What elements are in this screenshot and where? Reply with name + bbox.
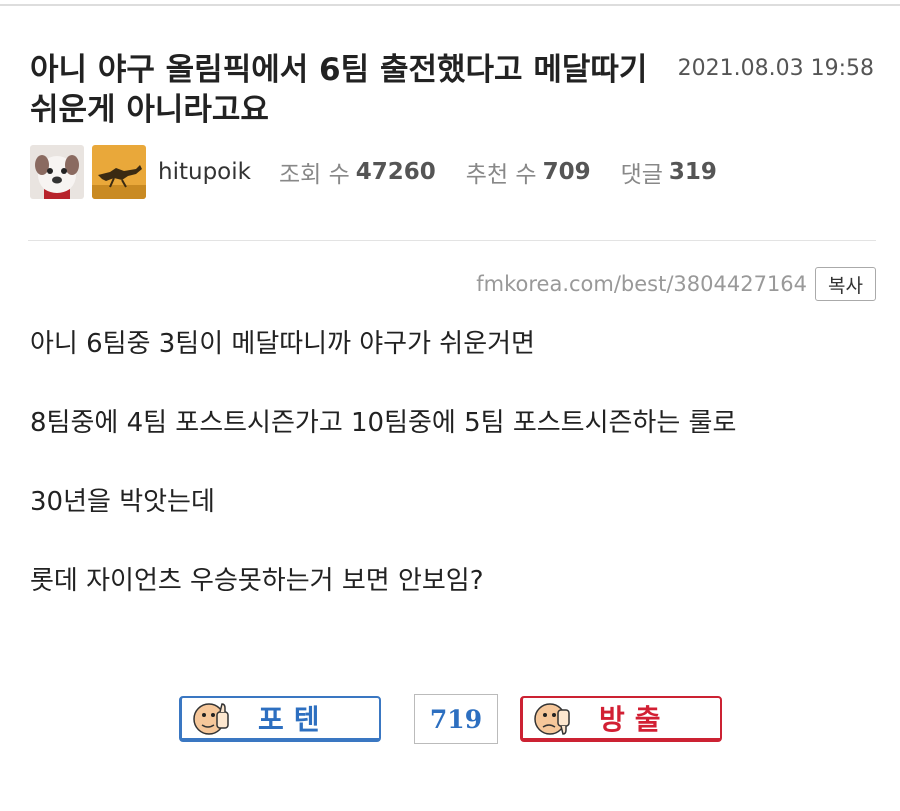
comments-count[interactable]: 319: [669, 159, 717, 185]
vote-area: 포텐 719 방출: [0, 692, 900, 752]
upvote-label: 포텐: [258, 703, 330, 736]
thumbs-down-face-icon: [534, 703, 570, 735]
post-body: 아니 6팀중 3팀이 메달따니까 야구가 쉬운거면 8팀중에 4팀 포스트시즌가…: [30, 324, 880, 640]
thumbs-up-face-icon: [193, 703, 229, 735]
recommend-label: 추천 수: [465, 162, 537, 188]
body-line: 아니 6팀중 3팀이 메달따니까 야구가 쉬운거면: [30, 329, 535, 359]
upvote-button[interactable]: 포텐: [179, 696, 381, 742]
post-title: 아니 야구 올림픽에서 6팀 출전했다고 메달따기 쉬운게 아니라고요: [30, 52, 648, 128]
downvote-button[interactable]: 방출: [520, 696, 722, 742]
post-meta: hitupoik 조회 수 47260 추천 수 709 댓글 319: [30, 144, 747, 200]
header-divider: [28, 240, 876, 241]
views-label: 조회 수: [278, 162, 350, 188]
body-line: 30년을 박앗는데: [30, 487, 215, 517]
top-border: [0, 4, 900, 6]
vote-count: 719: [414, 694, 498, 744]
post-link-row: fmkorea.com/best/3804427164 복사: [476, 266, 876, 302]
body-line: 8팀중에 4팀 포스트시즌가고 10팀중에 5팀 포스트시즌하는 룰로: [30, 408, 737, 438]
comments-label: 댓글: [620, 162, 663, 188]
downvote-label: 방출: [599, 703, 671, 736]
author-name[interactable]: hitupoik: [158, 159, 251, 185]
dog-face-icon[interactable]: [30, 145, 84, 199]
running-animal-icon[interactable]: [92, 145, 146, 199]
copy-url-button[interactable]: 복사: [815, 267, 876, 301]
post-date: 2021.08.03 19:58: [677, 56, 874, 81]
recommend-count: 709: [542, 159, 591, 185]
body-line: 롯데 자이언츠 우승못하는거 보면 안보임?: [30, 566, 484, 596]
views-count: 47260: [355, 159, 436, 185]
post-url[interactable]: fmkorea.com/best/3804427164: [476, 272, 807, 296]
